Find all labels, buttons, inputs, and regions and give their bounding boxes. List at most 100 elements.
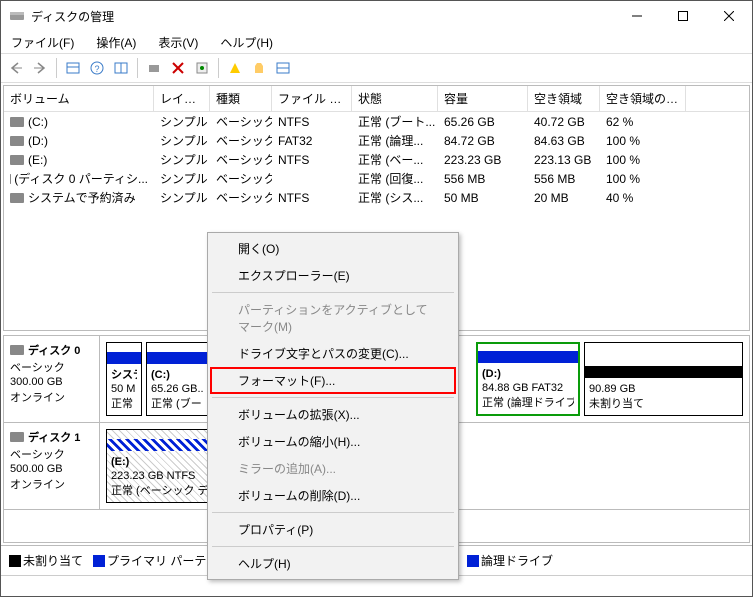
disk-management-window: ディスクの管理 ファイル(F) 操作(A) 表示(V) ヘルプ(H) ? ボリュ… xyxy=(0,0,753,597)
volume-name: (E:) xyxy=(28,153,47,167)
partition[interactable]: システ 50 M 正常 xyxy=(106,342,142,416)
menu-file[interactable]: ファイル(F) xyxy=(7,32,78,53)
forward-button[interactable] xyxy=(29,57,51,79)
icon-button-2[interactable] xyxy=(248,57,270,79)
col-status[interactable]: 状態 xyxy=(352,86,438,111)
col-capacity[interactable]: 容量 xyxy=(438,86,528,111)
view-button-1[interactable] xyxy=(62,57,84,79)
separator xyxy=(218,58,219,78)
cell-free: 223.13 GB xyxy=(528,150,600,169)
cell-pct: 40 % xyxy=(600,188,686,207)
delete-button[interactable] xyxy=(167,57,189,79)
partition[interactable]: (E:) 223.23 GB NTFS 正常 (ベーシック デ xyxy=(106,429,214,503)
disk-size: 500.00 GB xyxy=(10,463,93,475)
context-menu-item: ミラーの追加(A)... xyxy=(210,455,456,482)
disk-info-1: ディスク 1 ベーシック 500.00 GB オンライン xyxy=(4,423,100,509)
cell-type: ベーシック xyxy=(210,150,272,169)
table-row[interactable]: (D:)シンプルベーシックFAT32正常 (論理...84.72 GB84.63… xyxy=(4,131,749,150)
close-button[interactable] xyxy=(706,1,752,31)
app-icon xyxy=(9,8,25,24)
cell-status: 正常 (回復... xyxy=(352,169,438,188)
context-menu-item[interactable]: ドライブ文字とパスの変更(C)... xyxy=(210,340,456,367)
cell-free: 40.72 GB xyxy=(528,112,600,131)
disk-size: 300.00 GB xyxy=(10,376,93,388)
table-row[interactable]: (C:)シンプルベーシックNTFS正常 (ブート...65.26 GB40.72… xyxy=(4,112,749,131)
table-row[interactable]: (E:)シンプルベーシックNTFS正常 (ベー...223.23 GB223.1… xyxy=(4,150,749,169)
separator xyxy=(56,58,57,78)
cell-pct: 62 % xyxy=(600,112,686,131)
col-layout[interactable]: レイアウト xyxy=(154,86,210,111)
cell-type: ベーシック xyxy=(210,131,272,150)
back-button[interactable] xyxy=(5,57,27,79)
partition-gap xyxy=(446,429,743,503)
col-filesystem[interactable]: ファイル システム xyxy=(272,86,352,111)
partition-bar xyxy=(585,366,742,378)
menu-separator xyxy=(212,397,454,398)
cell-type: ベーシック xyxy=(210,112,272,131)
cell-cap: 84.72 GB xyxy=(438,131,528,150)
menu-separator xyxy=(212,512,454,513)
menu-action[interactable]: 操作(A) xyxy=(92,32,140,53)
cell-fs xyxy=(272,169,352,188)
menu-separator xyxy=(212,546,454,547)
refresh-button[interactable] xyxy=(143,57,165,79)
partition[interactable]: (D:) 84.88 GB FAT32 正常 (論理ドライブ) xyxy=(476,342,580,416)
partition[interactable]: (C:) 65.26 GB... 正常 (ブー xyxy=(146,342,208,416)
legend-label: 未割り当て xyxy=(23,554,83,568)
col-free-pct[interactable]: 空き領域の割... xyxy=(600,86,686,111)
table-row[interactable]: (ディスク 0 パーティシ...シンプルベーシック正常 (回復...556 MB… xyxy=(4,169,749,188)
disk-type: ベーシック xyxy=(10,359,93,375)
cell-status: 正常 (ブート... xyxy=(352,112,438,131)
legend-label: 論理ドライブ xyxy=(481,554,553,568)
cell-free: 20 MB xyxy=(528,188,600,207)
cell-fs: NTFS xyxy=(272,112,352,131)
table-row[interactable]: システムで予約済みシンプルベーシックNTFS正常 (シス...50 MB20 M… xyxy=(4,188,749,207)
cell-layout: シンプル xyxy=(154,150,210,169)
context-menu-item[interactable]: プロパティ(P) xyxy=(210,516,456,543)
menu-separator xyxy=(212,292,454,293)
titlebar: ディスクの管理 xyxy=(1,1,752,31)
context-menu-item[interactable]: フォーマット(F)... xyxy=(210,367,456,394)
col-volume[interactable]: ボリューム xyxy=(4,86,154,111)
maximize-button[interactable] xyxy=(660,1,706,31)
legend-swatch-primary xyxy=(93,555,105,567)
disk-type: ベーシック xyxy=(10,446,93,462)
volume-name: システムで予約済み xyxy=(28,189,136,206)
cell-status: 正常 (シス... xyxy=(352,188,438,207)
context-menu-item[interactable]: ヘルプ(H) xyxy=(210,550,456,577)
context-menu-item[interactable]: 開く(O) xyxy=(210,235,456,262)
menu-view[interactable]: 表示(V) xyxy=(154,32,202,53)
context-menu-item[interactable]: エクスプローラー(E) xyxy=(210,262,456,289)
cell-free: 84.63 GB xyxy=(528,131,600,150)
volume-name: (ディスク 0 パーティシ... xyxy=(14,170,148,187)
cell-fs: NTFS xyxy=(272,188,352,207)
context-menu-item[interactable]: ボリュームの削除(D)... xyxy=(210,482,456,509)
partition-bar xyxy=(478,351,578,363)
col-free[interactable]: 空き領域 xyxy=(528,86,600,111)
properties-button[interactable] xyxy=(191,57,213,79)
cell-cap: 223.23 GB xyxy=(438,150,528,169)
svg-text:?: ? xyxy=(94,64,99,74)
cell-fs: FAT32 xyxy=(272,131,352,150)
disk-info-0: ディスク 0 ベーシック 300.00 GB オンライン xyxy=(4,336,100,422)
minimize-button[interactable] xyxy=(614,1,660,31)
volume-icon xyxy=(10,193,24,203)
partition-bar xyxy=(107,439,213,451)
partition-unallocated[interactable]: 90.89 GB 未割り当て xyxy=(584,342,743,416)
context-menu-item[interactable]: ボリュームの縮小(H)... xyxy=(210,428,456,455)
col-type[interactable]: 種類 xyxy=(210,86,272,111)
disk-status: オンライン xyxy=(10,476,93,492)
legend-swatch-unallocated xyxy=(9,555,21,567)
partition-bar xyxy=(147,352,207,364)
cell-pct: 100 % xyxy=(600,169,686,188)
icon-button-3[interactable] xyxy=(272,57,294,79)
view-button-2[interactable] xyxy=(110,57,132,79)
menu-help[interactable]: ヘルプ(H) xyxy=(216,32,277,53)
separator xyxy=(137,58,138,78)
context-menu-item[interactable]: ボリュームの拡張(X)... xyxy=(210,401,456,428)
volume-icon xyxy=(10,155,24,165)
cell-layout: シンプル xyxy=(154,131,210,150)
window-controls xyxy=(614,1,752,31)
help-button[interactable]: ? xyxy=(86,57,108,79)
icon-button-1[interactable] xyxy=(224,57,246,79)
